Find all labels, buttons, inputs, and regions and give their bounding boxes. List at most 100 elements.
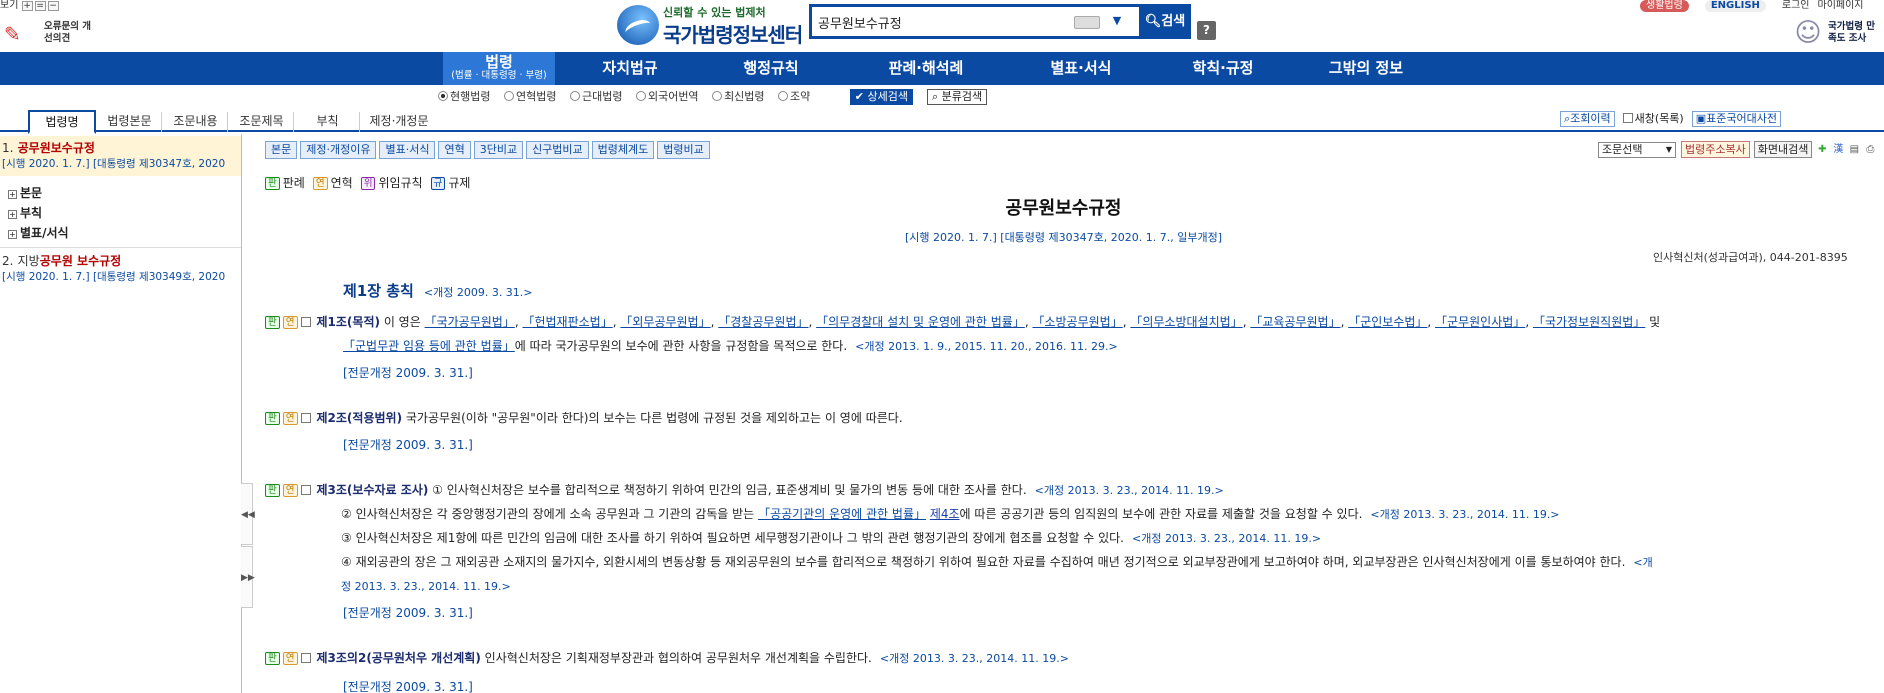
feedback-link[interactable]: ✎ 오류문의 개선의견: [0, 18, 91, 50]
article-heading[interactable]: 제1조(목적): [317, 315, 380, 329]
mypage-link[interactable]: 마이페이지: [1818, 0, 1864, 11]
radio-latest-law[interactable]: 최신법령: [712, 88, 765, 104]
print-icon[interactable]: ⎙: [1864, 144, 1876, 156]
article-select[interactable]: 조문선택 ▼: [1598, 141, 1676, 158]
law-link[interactable]: 「의무경찰대 설치 및 운영에 관한 법률」: [816, 315, 1025, 329]
search-input[interactable]: [818, 10, 1068, 34]
law-link[interactable]: 「교육공무원법」: [1250, 315, 1340, 329]
article-heading[interactable]: 제2조(적용범위): [317, 411, 403, 425]
amend-history-link[interactable]: <개정 2013. 3. 23., 2014. 11. 19.>: [1370, 508, 1559, 521]
nav-item-local[interactable]: 자치법규: [574, 52, 686, 85]
law-link[interactable]: 「헌법재판소법」: [522, 315, 612, 329]
history-button[interactable]: 연혁: [438, 141, 471, 159]
help-button[interactable]: ?: [1197, 21, 1216, 40]
copy-url-button[interactable]: 법령주소복사: [1681, 141, 1750, 158]
zoom-in-button[interactable]: +: [21, 1, 33, 11]
precedent-badge[interactable]: 판: [265, 652, 280, 665]
law-link[interactable]: 「군무원인사법」: [1435, 315, 1525, 329]
article-link[interactable]: 제4조: [930, 507, 960, 521]
history-badge[interactable]: 연: [282, 412, 298, 425]
screen-search-button[interactable]: 화면내검색: [1753, 141, 1813, 158]
tab-law-body[interactable]: 법령본문: [98, 112, 162, 132]
zoom-out-button[interactable]: −: [47, 1, 59, 11]
law-link[interactable]: 「군법무관 임용 등에 관한 법률」: [343, 339, 515, 353]
login-link[interactable]: 로그인: [1782, 0, 1810, 11]
english-link[interactable]: ENGLISH: [1704, 0, 1766, 12]
full-revision-note[interactable]: [전문개정 2009. 3. 31.]: [343, 364, 473, 381]
tree-item-body[interactable]: + 본문: [8, 184, 42, 201]
old-new-compare-button[interactable]: 신구법비교: [526, 141, 589, 159]
bookmark-icon[interactable]: ✚: [1816, 144, 1828, 156]
history-badge[interactable]: 연: [282, 484, 298, 497]
law-link[interactable]: 「경찰공무원법」: [718, 315, 808, 329]
article-checkbox[interactable]: [300, 485, 311, 495]
detail-search-button[interactable]: ✔ 상세검색: [849, 89, 913, 105]
article-heading[interactable]: 제3조의2(공무원처우 개선계획): [317, 651, 481, 665]
search-button[interactable]: 🔍︎검색: [1139, 4, 1191, 39]
satisfaction-survey-link[interactable]: ☺ 국가법령 만족도 조사: [1792, 18, 1884, 50]
precedent-badge[interactable]: 판: [265, 484, 280, 497]
precedent-badge[interactable]: 판: [265, 316, 280, 329]
chevron-down-icon[interactable]: ▼: [1108, 14, 1126, 32]
result-title-2[interactable]: 2. 지방공무원 보수규정: [2, 252, 121, 269]
precedent-badge[interactable]: 판: [265, 412, 280, 425]
article-checkbox[interactable]: [300, 653, 311, 663]
tree-item-tables[interactable]: + 별표/서식: [8, 224, 69, 241]
radio-translation[interactable]: 외국어번역: [635, 88, 699, 104]
new-window-checkbox[interactable]: 새창(목록): [1622, 112, 1684, 125]
amend-history-link[interactable]: <개: [1633, 556, 1652, 569]
law-link[interactable]: 「의무소방대설치법」: [1130, 315, 1242, 329]
law-link[interactable]: 「외무공무원법」: [620, 315, 710, 329]
tab-law-name[interactable]: 법령명: [28, 110, 96, 134]
virtual-keyboard-icon[interactable]: [1074, 16, 1100, 29]
hanja-icon[interactable]: 漢: [1832, 144, 1844, 156]
category-search-button[interactable]: ⌕ 분류검색: [927, 89, 988, 105]
law-link[interactable]: 「국가정보원직원법」: [1533, 315, 1645, 329]
amend-history-link[interactable]: <개정 2013. 3. 23., 2014. 11. 19.>: [1132, 532, 1321, 545]
law-compare-button[interactable]: 법령비교: [657, 141, 710, 159]
living-law-link[interactable]: 생활법령: [1640, 0, 1689, 12]
history-badge[interactable]: 연: [282, 652, 298, 665]
save-icon[interactable]: ▤: [1848, 144, 1860, 156]
amend-history-link[interactable]: 정 2013. 3. 23., 2014. 11. 19.>: [341, 580, 511, 593]
site-logo[interactable]: 신뢰할 수 있는 법제처 국가법령정보센터: [617, 3, 803, 47]
chapter-amend[interactable]: <개정 2009. 3. 31.>: [424, 286, 533, 299]
tables-forms-button[interactable]: 별표·서식: [379, 141, 436, 159]
tab-article-title[interactable]: 조문제목: [230, 112, 294, 132]
law-link[interactable]: 「소방공무원법」: [1032, 315, 1122, 329]
law-link[interactable]: 「군인보수법」: [1348, 315, 1427, 329]
article-checkbox[interactable]: [300, 317, 311, 327]
radio-modern-law[interactable]: 근대법령: [569, 88, 622, 104]
full-revision-note[interactable]: [전문개정 2009. 3. 31.]: [343, 604, 473, 621]
nav-item-school-rules[interactable]: 학칙·규정: [1167, 52, 1279, 85]
view-history-button[interactable]: ⌕조회이력: [1560, 111, 1615, 127]
nav-item-law[interactable]: 법령 (법률 · 대통령령 · 부령): [443, 52, 555, 85]
full-revision-note[interactable]: [전문개정 2009. 3. 31.]: [343, 436, 473, 453]
dictionary-button[interactable]: ▣표준국어대사전: [1691, 111, 1781, 127]
law-enforcement-info[interactable]: [시행 2020. 1. 7.] [대통령령 제30347호, 2020. 1.…: [243, 229, 1884, 245]
zoom-reset-button[interactable]: =: [34, 1, 46, 11]
tree-item-supplementary[interactable]: + 부칙: [8, 204, 42, 221]
amend-history-link[interactable]: <개정 2013. 3. 23., 2014. 11. 19.>: [1035, 484, 1224, 497]
article-checkbox[interactable]: [300, 413, 311, 423]
full-revision-note[interactable]: [전문개정 2009. 3. 31.]: [343, 678, 473, 693]
law-link[interactable]: 「국가공무원법」: [425, 315, 515, 329]
history-badge[interactable]: 연: [282, 316, 298, 329]
tab-supplementary[interactable]: 부칙: [296, 112, 360, 132]
amend-history-link[interactable]: <개정 2013. 3. 23., 2014. 11. 19.>: [880, 652, 1069, 665]
nav-item-other[interactable]: 그밖의 정보: [1310, 52, 1422, 85]
article-heading[interactable]: 제3조(보수자료 조사): [317, 483, 429, 497]
radio-history-law[interactable]: 연혁법령: [503, 88, 556, 104]
nav-item-precedents[interactable]: 판례·해석례: [870, 52, 982, 85]
radio-treaty[interactable]: 조약: [778, 88, 810, 104]
amend-reason-button[interactable]: 제정·개정이유: [300, 141, 377, 159]
three-way-compare-button[interactable]: 3단비교: [473, 141, 524, 159]
result-sub-2[interactable]: [시행 2020. 1. 7.] [대통령령 제30349호, 2020: [2, 269, 225, 284]
law-link[interactable]: 「공공기관의 운영에 관한 법률」: [758, 507, 926, 521]
tab-article-content[interactable]: 조문내용: [164, 112, 228, 132]
result-sub-1[interactable]: [시행 2020. 1. 7.] [대통령령 제30347호, 2020: [2, 156, 225, 171]
nav-item-tables-forms[interactable]: 별표·서식: [1025, 52, 1137, 85]
result-title-1[interactable]: 1. 공무원보수규정: [2, 139, 95, 156]
body-button[interactable]: 본문: [265, 141, 298, 159]
tab-enact-amend[interactable]: 제정·개정문: [362, 112, 436, 132]
